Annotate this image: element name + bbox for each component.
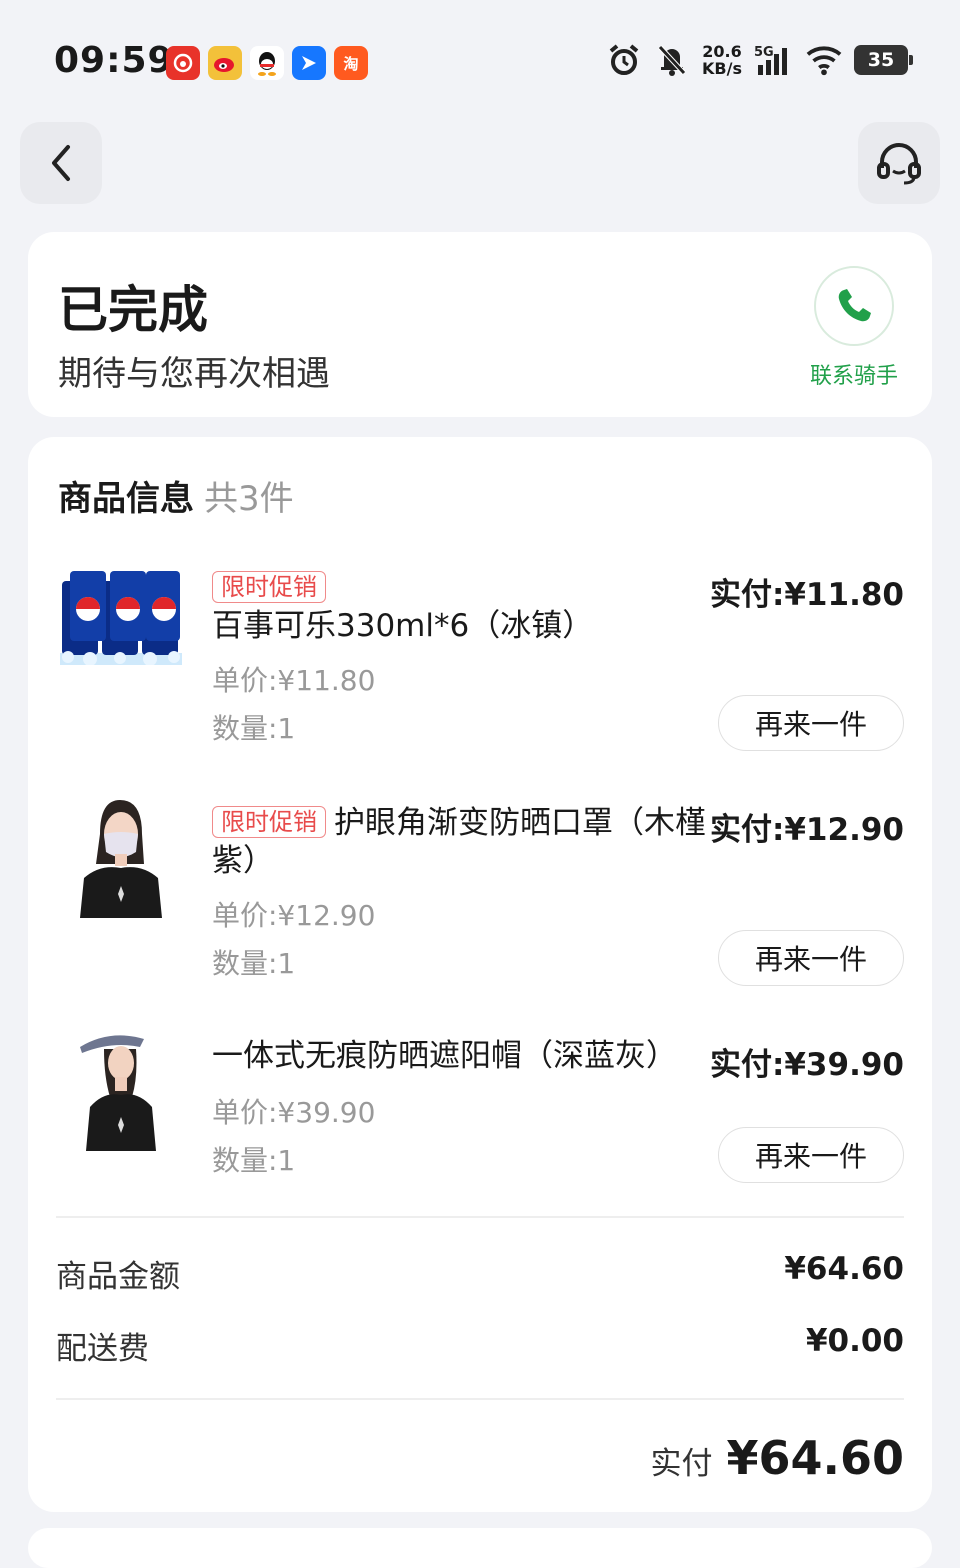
total-paid-value: ¥64.60 xyxy=(726,1431,904,1485)
feishu-icon xyxy=(292,46,326,80)
delivery-fee-value: ¥0.00 xyxy=(805,1323,904,1359)
mute-icon xyxy=(654,42,690,78)
signal-icon: 5G xyxy=(754,42,794,78)
system-icons: 20.6 KB/s 5G 35 xyxy=(606,42,913,78)
unit-price: 单价:¥39.90 xyxy=(212,1096,376,1129)
goods-count: 共3件 xyxy=(204,479,294,519)
notification-icons: 淘 xyxy=(166,46,368,80)
battery-indicator: 35 xyxy=(854,45,913,75)
goods-info-card: 商品信息 共3件 限时促销百事可乐330ml*6（冰镇） 实付:¥11.80 单… xyxy=(28,437,932,1512)
unit-price: 单价:¥12.90 xyxy=(212,899,376,932)
clock: 09:59 xyxy=(54,40,174,81)
sun-visor-hat-product-image[interactable] xyxy=(60,1027,182,1151)
face-mask-product-image[interactable] xyxy=(60,794,182,918)
status-bar: 09:59 淘 20.6 KB/s 5G 35 xyxy=(0,0,960,120)
buy-again-button[interactable]: 再来一件 xyxy=(718,695,904,751)
product-name[interactable]: 限时促销百事可乐330ml*6（冰镇） xyxy=(212,569,712,645)
next-card-peek xyxy=(28,1528,932,1568)
customer-service-button[interactable] xyxy=(858,122,940,204)
goods-amount-value: ¥64.60 xyxy=(784,1251,904,1287)
unit-price: 单价:¥11.80 xyxy=(212,664,376,697)
back-button[interactable] xyxy=(20,122,102,204)
product-name[interactable]: 一体式无痕防晒遮阳帽（深蓝灰） xyxy=(212,1037,712,1075)
buy-again-button[interactable]: 再来一件 xyxy=(718,930,904,986)
item-paid-amount: 实付:¥12.90 xyxy=(709,812,904,848)
quantity: 数量:1 xyxy=(212,1144,296,1177)
phone-icon xyxy=(814,266,894,346)
order-status-title: 已完成 xyxy=(58,281,208,339)
svg-text:5G: 5G xyxy=(754,45,774,60)
netease-music-icon xyxy=(166,46,200,80)
wifi-icon xyxy=(806,42,842,78)
quantity: 数量:1 xyxy=(212,712,296,745)
contact-rider-label: 联系骑手 xyxy=(809,364,898,389)
order-status-card: 已完成 期待与您再次相遇 联系骑手 xyxy=(28,232,932,417)
quantity: 数量:1 xyxy=(212,947,296,980)
chevron-left-icon xyxy=(52,145,70,181)
contact-rider-button[interactable]: 联系骑手 xyxy=(804,266,904,390)
item-paid-amount: 实付:¥39.90 xyxy=(709,1047,904,1083)
delivery-fee-label: 配送费 xyxy=(56,1331,149,1367)
pepsi-product-image[interactable] xyxy=(60,565,182,687)
total-paid-row: 实付 ¥64.60 xyxy=(650,1431,904,1485)
promo-tag: 限时促销 xyxy=(212,806,326,838)
goods-amount-label: 商品金额 xyxy=(56,1259,180,1295)
product-name[interactable]: 限时促销 护眼角渐变防晒口罩（木槿紫） xyxy=(212,804,712,880)
total-paid-label: 实付 xyxy=(650,1446,713,1482)
taobao-icon: 淘 xyxy=(334,46,368,80)
qq-icon xyxy=(250,46,284,80)
alarm-icon xyxy=(606,42,642,78)
headset-icon xyxy=(877,143,921,185)
item-paid-amount: 实付:¥11.80 xyxy=(709,577,904,613)
network-speed: 20.6 KB/s xyxy=(702,42,742,78)
goods-header: 商品信息 共3件 xyxy=(58,479,294,519)
divider xyxy=(56,1398,904,1400)
promo-tag: 限时促销 xyxy=(212,571,326,603)
weibo-icon xyxy=(208,46,242,80)
buy-again-button[interactable]: 再来一件 xyxy=(718,1127,904,1183)
divider xyxy=(56,1216,904,1218)
order-status-subtitle: 期待与您再次相遇 xyxy=(58,354,330,394)
